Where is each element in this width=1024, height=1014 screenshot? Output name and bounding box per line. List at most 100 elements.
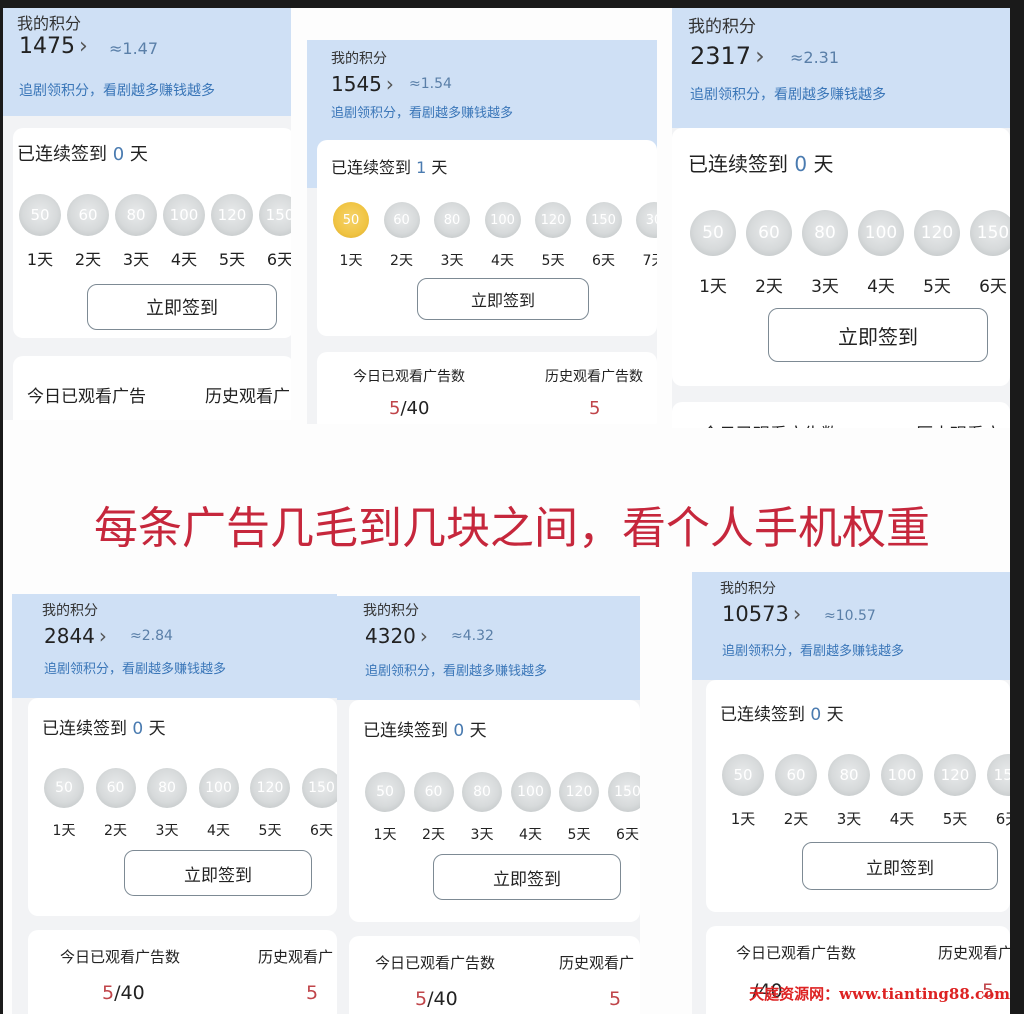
reward-coin-day-4: 100 xyxy=(198,768,239,808)
ads-watched-today-label: 今日已观看广告数 xyxy=(60,948,181,966)
points-cash-equivalent: ≈2.84 xyxy=(130,628,173,644)
points-slogan: 追剧领积分，看剧越多赚钱越多 xyxy=(331,106,514,121)
checkin-button[interactable]: 立即签到 xyxy=(124,850,312,896)
ads-today-total: /40 xyxy=(114,982,145,1004)
points-title: 我的积分 xyxy=(42,603,98,619)
ads-watched-today-label: 今日已观看广告数 xyxy=(702,420,838,428)
reward-coin-day-2: 60 xyxy=(67,194,109,236)
chevron-right-icon: › xyxy=(79,34,88,59)
checkin-button[interactable]: 立即签到 xyxy=(433,854,621,900)
reward-day-label: 3天 xyxy=(811,277,839,297)
reward-coin-day-1: 50 xyxy=(365,772,405,812)
reward-day-label: 4天 xyxy=(889,810,915,828)
points-value: 1475 xyxy=(19,34,75,59)
streak-prefix: 已连续签到 xyxy=(331,158,412,177)
checkin-streak: 已连续签到 0 天 xyxy=(42,714,166,739)
reward-coin-day-4: 100 xyxy=(510,772,551,812)
ads-watched-today-label: 今日已观看广告 xyxy=(27,387,146,407)
streak-count: 0 xyxy=(810,705,822,725)
ads-watched-history-label: 历史观看广 xyxy=(938,944,1010,962)
reward-coin-day-4: 100 xyxy=(484,202,521,238)
ads-watched-history-value: 5 xyxy=(609,988,622,1010)
points-panel-1: 我的积分 1475 › ≈1.47 追剧领积分，看剧越多赚钱越多 已连续签到 0 天 50 1… xyxy=(3,8,291,420)
reward-coin-day-2: 60 xyxy=(746,210,792,256)
reward-day-label: 2天 xyxy=(755,277,783,297)
reward-coin-day-1: 50 xyxy=(690,210,736,256)
ads-watched-today-label: 今日已观看广告数 xyxy=(736,944,857,962)
points-slogan: 追剧领积分，看剧越多赚钱越多 xyxy=(44,662,227,677)
streak-suffix: 天 xyxy=(148,719,166,739)
reward-coin-day-1: 50 xyxy=(19,194,61,236)
ad-stats-card xyxy=(317,352,657,424)
points-value-link[interactable]: 1475 › xyxy=(19,34,88,59)
checkin-button[interactable]: 立即签到 xyxy=(417,278,589,320)
ads-watched-history-label: 历史观看广告数 xyxy=(545,369,643,385)
window-frame-top xyxy=(0,0,1024,8)
checkin-button[interactable]: 立即签到 xyxy=(87,284,277,330)
checkin-button[interactable]: 立即签到 xyxy=(768,308,988,362)
reward-coin-day-4: 100 xyxy=(881,754,923,796)
ads-watched-history-label: 历史观看广 xyxy=(205,387,290,407)
reward-coin-day-5: 120 xyxy=(535,202,571,238)
points-value-link[interactable]: 1545 › xyxy=(331,72,394,96)
chevron-right-icon: › xyxy=(385,72,394,96)
ad-stats-card xyxy=(349,936,640,1014)
points-panel-3: 我的积分 2317 › ≈2.31 追剧领积分，看剧越多赚钱越多 已连续签到 0 天 50 1… xyxy=(672,8,1010,428)
points-panel-5: 我的积分 4320 › ≈4.32 追剧领积分，看剧越多赚钱越多 已连续签到 0 天 50 1… xyxy=(337,596,640,1014)
reward-day-label: 5天 xyxy=(541,253,565,269)
points-value-link[interactable]: 4320 › xyxy=(365,624,428,648)
reward-day-label: 4天 xyxy=(207,823,230,839)
points-title: 我的积分 xyxy=(720,581,776,597)
ads-watched-today-value: 5/40 xyxy=(389,398,429,419)
points-panel-4: 我的积分 2844 › ≈2.84 追剧领积分，看剧越多赚钱越多已连续签到 0 天 50 1… xyxy=(12,594,337,1014)
streak-suffix: 天 xyxy=(813,152,834,176)
reward-coin-day-1: 50 xyxy=(722,754,764,796)
points-value-link[interactable]: 10573 › xyxy=(722,602,801,626)
streak-prefix: 已连续签到 xyxy=(42,719,127,739)
reward-coin-day-5: 120 xyxy=(914,210,960,256)
checkin-button[interactable]: 立即签到 xyxy=(802,842,998,890)
checkin-streak: 已连续签到 0 天 xyxy=(363,716,487,741)
reward-coin-day-4: 100 xyxy=(163,194,205,236)
streak-prefix: 已连续签到 xyxy=(720,705,805,725)
points-value: 2844 xyxy=(44,624,95,648)
points-panel-2: 我的积分 1545 › ≈1.54 追剧领积分，看剧越多赚钱越多 已连续签到 1 天 50 1… xyxy=(307,40,657,424)
reward-day-label: 5天 xyxy=(942,810,968,828)
points-value-link[interactable]: 2844 › xyxy=(44,624,107,648)
ads-watched-history-value: 5 xyxy=(306,982,319,1004)
streak-prefix: 已连续签到 xyxy=(688,152,788,176)
ads-watched-history-label: 历史观看广 xyxy=(916,420,1001,428)
ads-today-total: /40 xyxy=(427,988,458,1010)
reward-day-label: 3天 xyxy=(836,810,862,828)
reward-coin-day-3: 80 xyxy=(462,772,502,812)
reward-day-label: 6天 xyxy=(995,810,1010,828)
ads-watched-today-label: 今日已观看广告数 xyxy=(375,954,496,972)
points-cash-equivalent: ≈4.32 xyxy=(451,628,494,644)
reward-coin-day-2: 60 xyxy=(775,754,817,796)
points-title: 我的积分 xyxy=(363,603,419,619)
reward-day-label: 1天 xyxy=(52,823,76,839)
reward-day-label: 1天 xyxy=(699,277,727,297)
points-slogan: 追剧领积分，看剧越多赚钱越多 xyxy=(690,87,886,103)
reward-day-label: 6天 xyxy=(979,277,1007,297)
points-cash-equivalent: ≈1.54 xyxy=(409,76,452,92)
ads-watched-history-label: 历史观看广 xyxy=(559,954,635,972)
ads-watched-today-label: 今日已观看广告数 xyxy=(353,369,465,385)
streak-count: 1 xyxy=(416,158,427,177)
streak-count: 0 xyxy=(794,152,808,176)
reward-coin-day-4: 100 xyxy=(858,210,904,256)
reward-day-label: 6天 xyxy=(266,250,291,269)
reward-day-label: 5天 xyxy=(923,277,951,297)
reward-day-label: 6天 xyxy=(616,827,639,843)
streak-count: 0 xyxy=(112,144,125,165)
streak-suffix: 天 xyxy=(826,705,844,725)
points-title: 我的积分 xyxy=(17,14,82,33)
reward-coin-day-1: 50 xyxy=(44,768,84,808)
points-value-link[interactable]: 2317 › xyxy=(690,42,765,70)
ads-today-count: 5 xyxy=(389,398,401,419)
streak-prefix: 已连续签到 xyxy=(17,144,107,165)
chevron-right-icon: › xyxy=(792,602,802,626)
checkin-streak: 已连续签到 0 天 xyxy=(688,148,833,177)
points-value: 2317 xyxy=(690,42,752,70)
overlay-caption: 每条广告几毛到几块之间，看个人手机权重 xyxy=(94,503,930,554)
